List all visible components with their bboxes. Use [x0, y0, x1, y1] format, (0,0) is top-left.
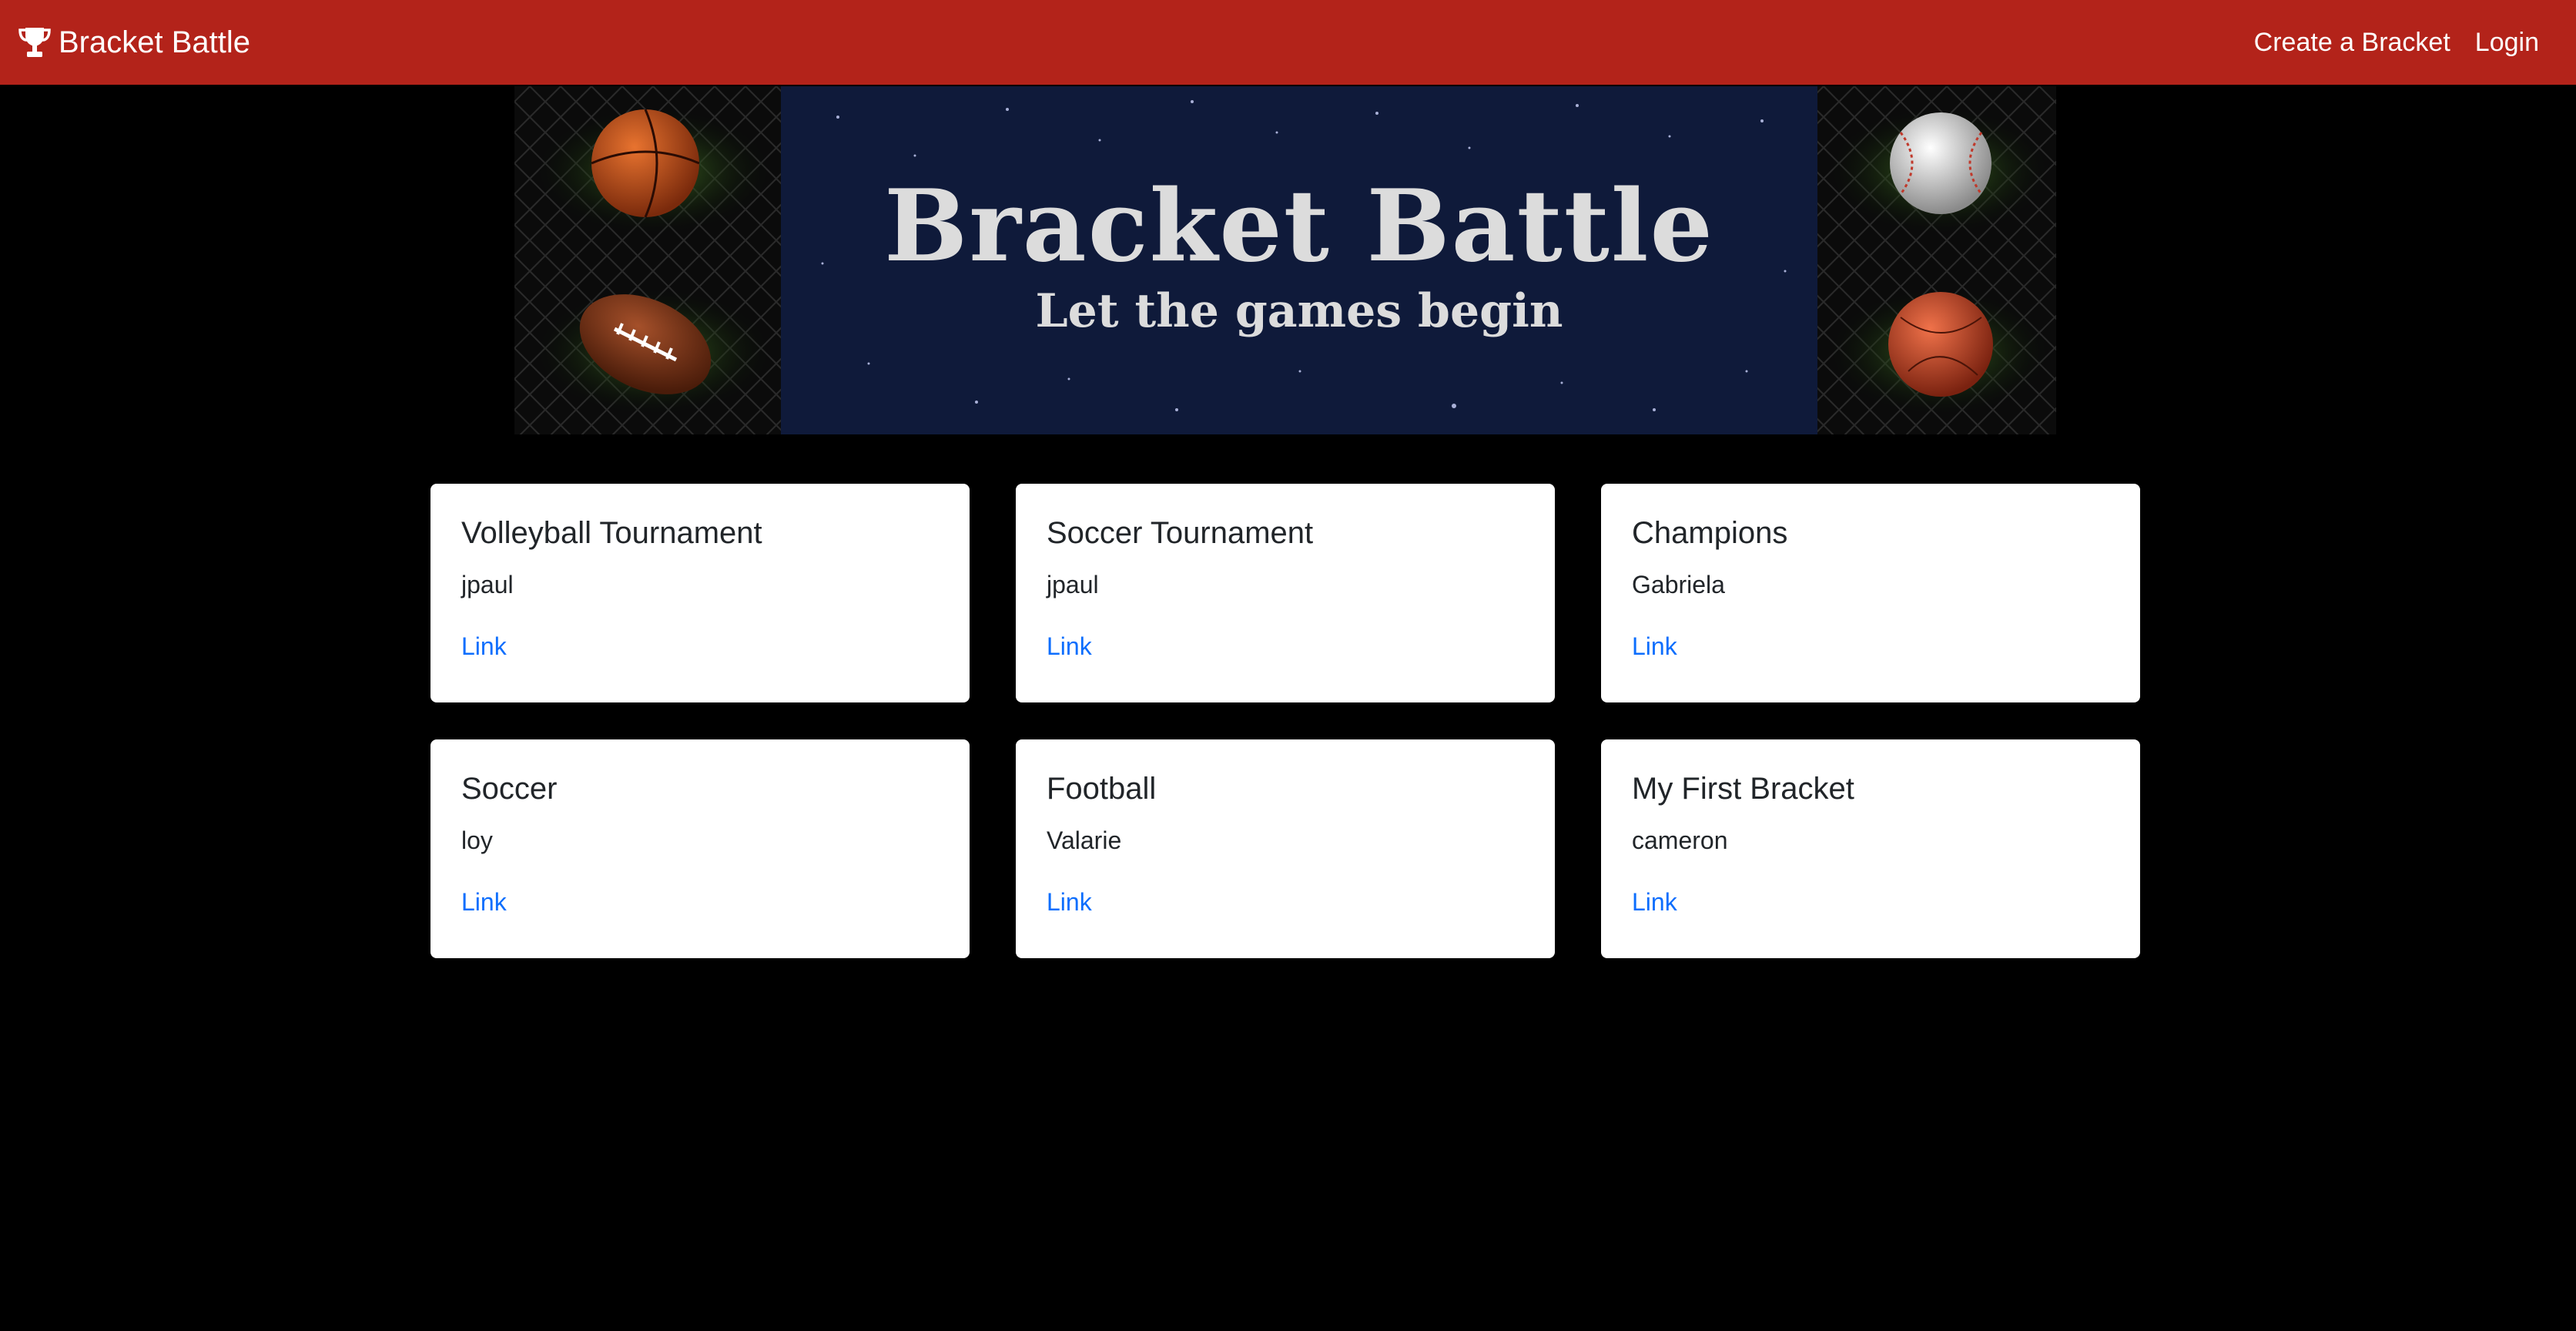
bracket-card: Champions Gabriela Link [1601, 484, 2140, 702]
brand-link[interactable]: Bracket Battle [17, 25, 250, 60]
bracket-author: loy [461, 826, 493, 854]
bracket-card: My First Bracket cameron Link [1601, 739, 2140, 958]
bracket-card: Volleyball Tournament jpaul Link [430, 484, 970, 702]
banner-title: Bracket Battle [884, 169, 1714, 284]
create-bracket-link[interactable]: Create a Bracket [2254, 28, 2450, 58]
bracket-author: cameron [1632, 826, 1728, 854]
banner-image: Bracket Battle Let the games begin [514, 86, 2056, 434]
bracket-author: Gabriela [1632, 571, 1725, 598]
bracket-link[interactable]: Link [1047, 632, 1092, 661]
nav-links: Create a Bracket Login [2229, 28, 2539, 58]
trophy-icon [17, 25, 52, 60]
bracket-title: My First Bracket [1632, 772, 1854, 806]
bracket-title: Football [1047, 772, 1157, 806]
login-link[interactable]: Login [2475, 28, 2539, 58]
bracket-link[interactable]: Link [1632, 632, 1677, 661]
bracket-grid: Volleyball Tournament jpaul Link Soccer … [430, 484, 2140, 958]
bracket-author: Valarie [1047, 826, 1122, 854]
bracket-link[interactable]: Link [461, 632, 507, 661]
banner-subtitle: Let the games begin [1035, 284, 1563, 338]
navbar: Bracket Battle Create a Bracket Login [0, 0, 2576, 85]
bracket-card: Soccer Tournament jpaul Link [1016, 484, 1555, 702]
bracket-title: Soccer Tournament [1047, 516, 1314, 550]
bracket-card: Football Valarie Link [1016, 739, 1555, 958]
bracket-link[interactable]: Link [1047, 887, 1092, 917]
bracket-author: jpaul [1047, 571, 1099, 598]
bracket-title: Soccer [461, 772, 558, 806]
bracket-title: Champions [1632, 516, 1788, 550]
brand-label: Bracket Battle [59, 25, 251, 59]
bracket-link[interactable]: Link [1632, 887, 1677, 917]
bracket-card: Soccer loy Link [430, 739, 970, 958]
bracket-title: Volleyball Tournament [461, 516, 762, 550]
bracket-author: jpaul [461, 571, 514, 598]
bracket-link[interactable]: Link [461, 887, 507, 917]
